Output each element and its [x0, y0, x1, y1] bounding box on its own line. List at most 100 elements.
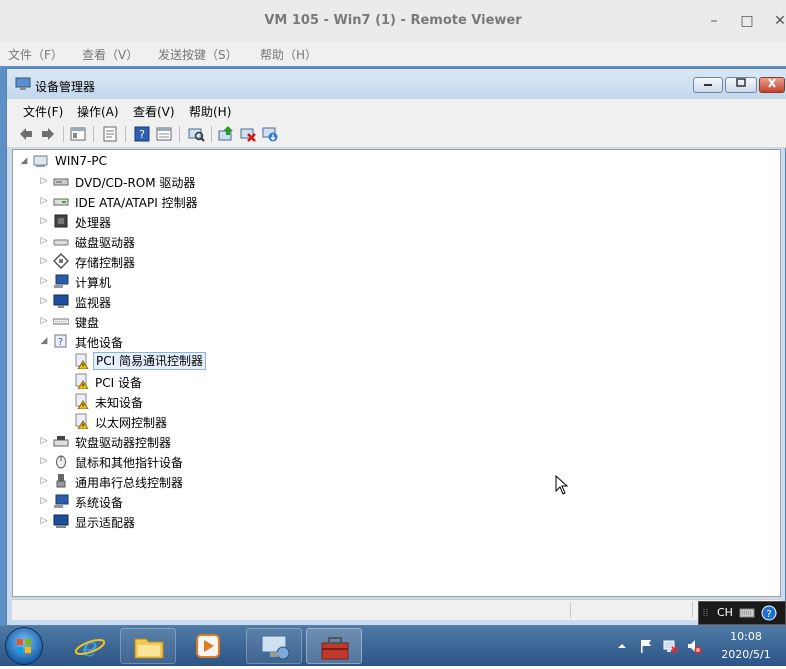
tree-item-monitor[interactable]: ▷ 监视器 — [39, 292, 259, 310]
keyboard-icon[interactable] — [739, 606, 755, 620]
action-center-flag-icon[interactable] — [638, 638, 654, 654]
expand-arrow-icon[interactable]: ▷ — [39, 476, 49, 486]
tree-child-pci-device[interactable]: PCI 设备 — [59, 372, 259, 390]
language-bar[interactable]: CH ? — [698, 601, 786, 625]
collapse-arrow-icon[interactable]: ◢ — [19, 156, 29, 166]
toolbar-separator — [211, 126, 212, 142]
forward-icon[interactable] — [39, 125, 57, 143]
viewer-menu-view[interactable]: 查看（V） — [82, 46, 138, 63]
minimize-icon — [704, 84, 712, 86]
device-tree: ◢ WIN7-PC ▷ DVD/CD-ROM 驱动器 ▷ IDE ATA/ATA… — [12, 149, 781, 597]
clock-date[interactable]: 2020/5/1 — [712, 648, 780, 661]
tree-item-label: 系统设备 — [75, 496, 124, 510]
expand-arrow-icon[interactable]: ▷ — [39, 516, 49, 526]
expand-arrow-icon[interactable]: ▷ — [39, 496, 49, 506]
menu-help[interactable]: 帮助(H) — [189, 103, 231, 120]
computer-icon — [54, 274, 69, 288]
tree-child-pci-simple-comm[interactable]: PCI 简易通讯控制器 — [59, 352, 259, 370]
taskbar-media-player[interactable] — [180, 628, 236, 664]
close-button[interactable] — [759, 77, 785, 93]
tree-item-label: 其他设备 — [75, 336, 124, 350]
start-button[interactable] — [6, 628, 42, 664]
computer-icon — [33, 155, 48, 167]
tree-item-ide-controller[interactable]: ▷ IDE ATA/ATAPI 控制器 — [39, 192, 259, 210]
language-label: CH — [717, 606, 733, 619]
menu-action[interactable]: 操作(A) — [77, 103, 119, 120]
volume-muted-icon[interactable] — [686, 638, 702, 654]
tree-item-disk-drive[interactable]: ▷ 磁盘驱动器 — [39, 232, 259, 250]
tree-item-mouse[interactable]: ▷ 鼠标和其他指针设备 — [39, 452, 259, 470]
tree-item-label: 监视器 — [75, 296, 112, 310]
menu-file[interactable]: 文件(F) — [23, 103, 63, 120]
tree-item-label: 磁盘驱动器 — [75, 236, 136, 250]
tree-item-keyboard[interactable]: ▷ 键盘 — [39, 312, 259, 330]
tree-item-label: 鼠标和其他指针设备 — [75, 456, 184, 470]
expand-arrow-icon[interactable]: ▷ — [39, 236, 49, 246]
window-menubar: 文件(F) 操作(A) 查看(V) 帮助(H) — [7, 99, 786, 121]
maximize-button[interactable] — [725, 77, 757, 93]
tree-child-ethernet-controller[interactable]: 以太网控制器 — [59, 412, 259, 430]
tree-item-system-devices[interactable]: ▷ 系统设备 — [39, 492, 259, 510]
tree-item-display-adapter[interactable]: ▷ 显示适配器 — [39, 512, 259, 530]
status-separator — [692, 602, 693, 618]
expand-arrow-icon[interactable]: ▷ — [39, 276, 49, 286]
keyboard-icon — [53, 318, 69, 325]
device-manager-icon — [261, 635, 290, 660]
expand-arrow-icon[interactable]: ▷ — [39, 256, 49, 266]
tree-item-other-devices[interactable]: ◢ ? 其他设备 — [39, 332, 259, 350]
tree-item-dvd-drive[interactable]: ▷ DVD/CD-ROM 驱动器 — [39, 172, 259, 190]
usb-controller-icon — [56, 474, 66, 488]
tree-item-label: 通用串行总线控制器 — [75, 476, 184, 490]
taskbar-internet-explorer[interactable]: e — [62, 628, 118, 664]
show-hidden-icons-icon[interactable] — [614, 638, 630, 654]
folder-icon — [134, 638, 164, 659]
tree-root[interactable]: ◢ WIN7-PC — [19, 152, 219, 170]
help-icon[interactable]: ? — [761, 605, 777, 621]
viewer-menu-file[interactable]: 文件（F） — [8, 46, 63, 63]
update-driver-icon[interactable] — [217, 125, 235, 143]
view-icon[interactable] — [155, 125, 173, 143]
viewer-close-button[interactable]: ✕ — [770, 11, 786, 31]
properties-icon[interactable] — [101, 125, 119, 143]
up-icon[interactable] — [69, 125, 87, 143]
viewer-menu-help[interactable]: 帮助（H） — [260, 46, 317, 63]
scan-hardware-icon[interactable] — [187, 125, 205, 143]
tree-child-label: 未知设备 — [95, 396, 144, 410]
tree-item-computer[interactable]: ▷ 计算机 — [39, 272, 259, 290]
tree-item-floppy-controller[interactable]: ▷ 软盘驱动器控制器 — [39, 432, 259, 450]
network-disconnected-icon[interactable] — [662, 638, 678, 654]
minimize-button[interactable] — [693, 77, 723, 93]
expand-arrow-icon[interactable]: ▷ — [39, 196, 49, 206]
expand-arrow-icon[interactable]: ▷ — [39, 216, 49, 226]
tree-child-label: 以太网控制器 — [95, 416, 168, 430]
toolbar-separator — [63, 126, 64, 142]
svg-text:e: e — [82, 633, 97, 663]
expand-arrow-icon[interactable]: ▷ — [39, 296, 49, 306]
expand-arrow-icon[interactable]: ▷ — [39, 316, 49, 326]
svg-text:?: ? — [766, 609, 771, 620]
tree-item-storage-controller[interactable]: ▷ 存储控制器 — [39, 252, 259, 270]
window-titlebar: 设备管理器 — [7, 69, 786, 99]
clock-time[interactable]: 10:08 — [718, 630, 774, 643]
taskbar-device-manager[interactable] — [246, 628, 302, 664]
expand-arrow-icon[interactable]: ▷ — [39, 176, 49, 186]
taskbar-toolbox[interactable] — [306, 628, 362, 664]
tree-item-label: 显示适配器 — [75, 516, 136, 530]
uninstall-icon[interactable] — [239, 125, 257, 143]
warning-device-icon — [75, 413, 89, 429]
viewer-menu-send-key[interactable]: 发送按键（S） — [158, 46, 238, 63]
help-icon[interactable]: ? — [133, 125, 151, 143]
viewer-maximize-button[interactable]: □ — [737, 11, 757, 31]
toolbox-icon — [321, 637, 349, 660]
enable-device-icon[interactable] — [261, 125, 279, 143]
tree-item-processor[interactable]: ▷ 处理器 — [39, 212, 259, 230]
viewer-minimize-button[interactable]: – — [704, 11, 724, 31]
tree-item-usb-controller[interactable]: ▷ 通用串行总线控制器 — [39, 472, 259, 490]
expand-arrow-icon[interactable]: ▷ — [39, 436, 49, 446]
back-icon[interactable] — [17, 125, 35, 143]
menu-view[interactable]: 查看(V) — [133, 103, 175, 120]
expand-arrow-icon[interactable]: ▷ — [39, 456, 49, 466]
taskbar-file-explorer[interactable] — [120, 628, 176, 664]
tree-child-unknown-device[interactable]: 未知设备 — [59, 392, 259, 410]
collapse-arrow-icon[interactable]: ◢ — [39, 336, 49, 346]
